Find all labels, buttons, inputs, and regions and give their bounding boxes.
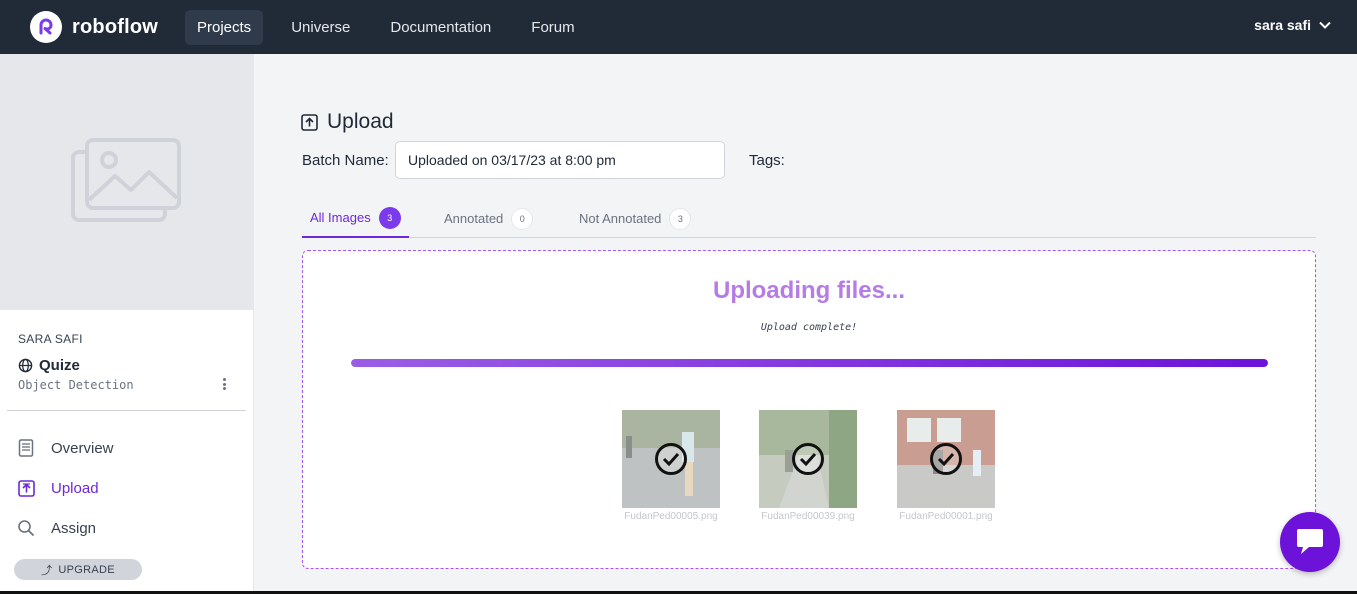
nav-projects[interactable]: Projects [185, 9, 264, 45]
tab-not-annotated[interactable]: Not Annotated 3 [579, 199, 692, 238]
batch-name-label: Batch Name: [302, 152, 389, 169]
file-name: FudanPed00039.png [761, 511, 855, 522]
sidebar-item-overview[interactable]: Overview [16, 438, 114, 458]
tab-annotated[interactable]: Annotated 0 [444, 199, 534, 238]
image-placeholder-icon [71, 138, 181, 222]
tab-label: Not Annotated [579, 211, 662, 226]
upload-icon [301, 113, 318, 131]
upload-dropzone[interactable]: Uploading files... Upload complete! Fuda [302, 250, 1316, 569]
main-nav: Projects Universe Documentation Forum [185, 0, 603, 54]
sidebar: SARA SAFI Quize Object Detection Overvie… [0, 54, 254, 594]
roboflow-logo-icon [30, 11, 62, 43]
file-name: FudanPed00001.png [899, 511, 993, 522]
chat-icon [1297, 529, 1323, 554]
workspace-owner: SARA SAFI [18, 332, 83, 346]
sidebar-item-assign[interactable]: Assign [16, 518, 96, 538]
book-icon [16, 438, 36, 458]
project-name[interactable]: Quize [18, 357, 80, 374]
upgrade-label: UPGRADE [58, 563, 115, 576]
upgrade-arrow-icon: ⤴ [41, 564, 53, 577]
sidebar-item-label: Overview [51, 439, 114, 457]
project-thumbnail [0, 54, 254, 310]
sidebar-item-label: Upload [51, 479, 99, 497]
nav-forum[interactable]: Forum [519, 10, 586, 45]
uploaded-file[interactable]: FudanPed00005.png [621, 410, 721, 522]
tab-count-badge: 0 [511, 207, 534, 230]
brand-name: roboflow [72, 15, 159, 38]
page-title: Upload [301, 110, 394, 134]
sidebar-item-upload[interactable]: Upload [16, 478, 99, 498]
upload-progress-fill [351, 359, 1268, 367]
main-content: Upload Batch Name: Tags: All Images 3 An… [254, 54, 1357, 594]
brand[interactable]: roboflow [30, 11, 185, 43]
tags-label: Tags: [749, 152, 785, 169]
upload-progress-bar [351, 359, 1268, 367]
image-tabs: All Images 3 Annotated 0 Not Annotated 3 [302, 199, 1316, 238]
sidebar-item-label: Assign [51, 519, 97, 537]
upload-icon [16, 478, 36, 498]
upgrade-button[interactable]: ⤴ UPGRADE [14, 559, 142, 580]
user-name: sara safi [1254, 17, 1311, 33]
kebab-menu-icon[interactable] [219, 376, 229, 392]
upload-status-title: Uploading files... [712, 277, 905, 304]
nav-documentation[interactable]: Documentation [378, 10, 503, 45]
project-type: Object Detection [18, 378, 134, 392]
divider [7, 410, 246, 411]
batch-name-input[interactable] [395, 141, 725, 179]
file-thumbnail [622, 410, 720, 508]
user-menu[interactable]: sara safi [1254, 17, 1331, 33]
nav-universe[interactable]: Universe [279, 10, 362, 45]
chevron-down-icon [1319, 21, 1331, 29]
checkmark-icon [655, 443, 687, 475]
file-name: FudanPed00005.png [624, 511, 718, 522]
globe-icon [18, 358, 33, 373]
chat-widget-button[interactable] [1280, 512, 1340, 572]
tab-count-badge: 3 [378, 206, 401, 229]
page-title-text: Upload [327, 110, 394, 133]
tab-label: Annotated [444, 211, 504, 226]
file-thumbnail [897, 410, 995, 508]
checkmark-icon [792, 443, 824, 475]
uploaded-file[interactable]: FudanPed00039.png [758, 410, 858, 522]
file-thumbnail [759, 410, 857, 508]
top-nav-bar: roboflow Projects Universe Documentation… [0, 0, 1357, 54]
tab-all-images[interactable]: All Images 3 [302, 199, 409, 238]
tab-count-badge: 3 [669, 207, 692, 230]
search-icon [16, 518, 36, 538]
project-name-label: Quize [39, 357, 80, 374]
tab-label: All Images [310, 210, 371, 225]
uploaded-file[interactable]: FudanPed00001.png [896, 410, 996, 522]
checkmark-icon [930, 443, 962, 475]
upload-status-message: Upload complete! [760, 322, 858, 333]
